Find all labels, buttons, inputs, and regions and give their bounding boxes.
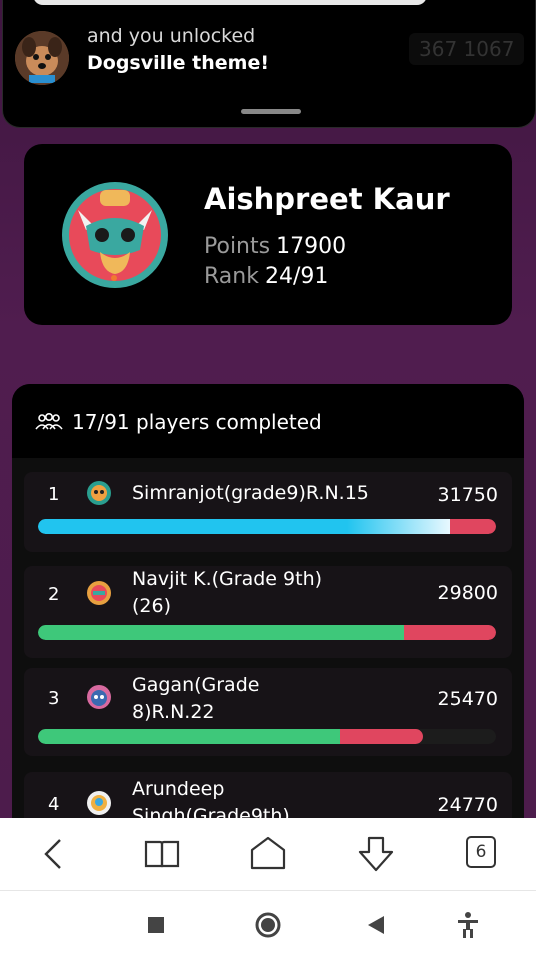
player-avatar-icon bbox=[86, 580, 112, 606]
player-score: 31750 bbox=[437, 484, 498, 506]
leaderboard-panel[interactable]: 17/91 players completed 1 Simranjot(grad… bbox=[12, 384, 524, 844]
rank-label: Rank bbox=[204, 264, 259, 289]
rank-number: 1 bbox=[48, 484, 60, 505]
score-progress-remaining bbox=[450, 519, 496, 534]
leaderboard-header: 17/91 players completed bbox=[12, 384, 524, 458]
player-avatar-icon bbox=[86, 684, 112, 710]
score-progress-fill bbox=[38, 625, 405, 640]
player-score: 24770 bbox=[437, 794, 498, 816]
player-name-line2: 8)R.N.22 bbox=[132, 701, 215, 723]
player-name-line2: (26) bbox=[132, 595, 172, 617]
rank-number: 4 bbox=[48, 794, 60, 815]
player-name-line1: Arundeep bbox=[132, 778, 225, 800]
accessibility-icon[interactable] bbox=[452, 909, 484, 941]
player-score: 25470 bbox=[437, 688, 498, 710]
player-score: 29800 bbox=[437, 582, 498, 604]
score-progress-remaining bbox=[404, 625, 496, 640]
browser-toolbar: 6 bbox=[0, 818, 536, 891]
rank-number: 2 bbox=[48, 584, 60, 605]
back-icon[interactable] bbox=[32, 832, 76, 876]
achievement-notification[interactable]: and you unlocked Dogsville theme! 367 10… bbox=[2, 0, 536, 128]
notification-top-edge bbox=[33, 0, 427, 5]
score-progress-bar bbox=[38, 519, 496, 534]
player-profile-card: Aishpreet Kaur Points 17900 Rank 24/91 bbox=[24, 144, 512, 325]
notification-unlock-text: Dogsville theme! bbox=[87, 52, 270, 74]
rank-number: 3 bbox=[48, 688, 60, 709]
score-progress-fill bbox=[38, 729, 341, 744]
player-avatar-icon bbox=[86, 790, 112, 816]
bookmarks-icon[interactable] bbox=[140, 832, 184, 876]
score-progress-bar bbox=[38, 729, 496, 744]
player-name: Navjit K.(Grade 9th) (26) bbox=[132, 566, 322, 620]
score-progress-remaining bbox=[340, 729, 423, 744]
leaderboard-row-3[interactable]: 3 Gagan(Grade 8)R.N.22 25470 bbox=[24, 668, 512, 756]
recents-square-icon[interactable] bbox=[140, 909, 172, 941]
system-navigation-bar bbox=[0, 891, 536, 960]
score-progress-fill bbox=[38, 519, 451, 534]
points-label: Points bbox=[204, 234, 271, 259]
player-name: Gagan(Grade 8)R.N.22 bbox=[132, 672, 259, 726]
rank-value: 24/91 bbox=[264, 264, 329, 289]
rank-stat: Rank 24/91 bbox=[204, 264, 328, 289]
points-value: 17900 bbox=[276, 234, 347, 259]
back-triangle-icon[interactable] bbox=[360, 909, 392, 941]
home-icon[interactable] bbox=[246, 832, 290, 876]
leaderboard-row-2[interactable]: 2 Navjit K.(Grade 9th) (26) 29800 bbox=[24, 566, 512, 658]
monster-avatar-icon bbox=[60, 180, 170, 290]
notification-faded-badge: 367 1067 bbox=[409, 33, 525, 65]
player-name: Aishpreet Kaur bbox=[204, 182, 450, 216]
players-icon bbox=[34, 412, 64, 432]
leaderboard-row-1[interactable]: 1 Simranjot(grade9)R.N.15 31750 bbox=[24, 472, 512, 552]
player-avatar-icon bbox=[86, 480, 112, 506]
score-progress-bar bbox=[38, 625, 496, 640]
player-name-line1: Navjit K.(Grade 9th) bbox=[132, 568, 323, 590]
player-name: Simranjot(grade9)R.N.15 bbox=[132, 482, 369, 504]
dog-avatar-icon bbox=[15, 31, 69, 85]
notification-text: and you unlocked bbox=[87, 25, 256, 47]
drag-handle[interactable] bbox=[241, 109, 301, 114]
player-name-line1: Gagan(Grade bbox=[132, 674, 260, 696]
tabs-icon[interactable]: 6 bbox=[466, 836, 496, 868]
download-icon[interactable] bbox=[354, 832, 398, 876]
home-circle-icon[interactable] bbox=[252, 909, 284, 941]
points-stat: Points 17900 bbox=[204, 234, 346, 259]
players-completed-text: 17/91 players completed bbox=[72, 410, 322, 434]
